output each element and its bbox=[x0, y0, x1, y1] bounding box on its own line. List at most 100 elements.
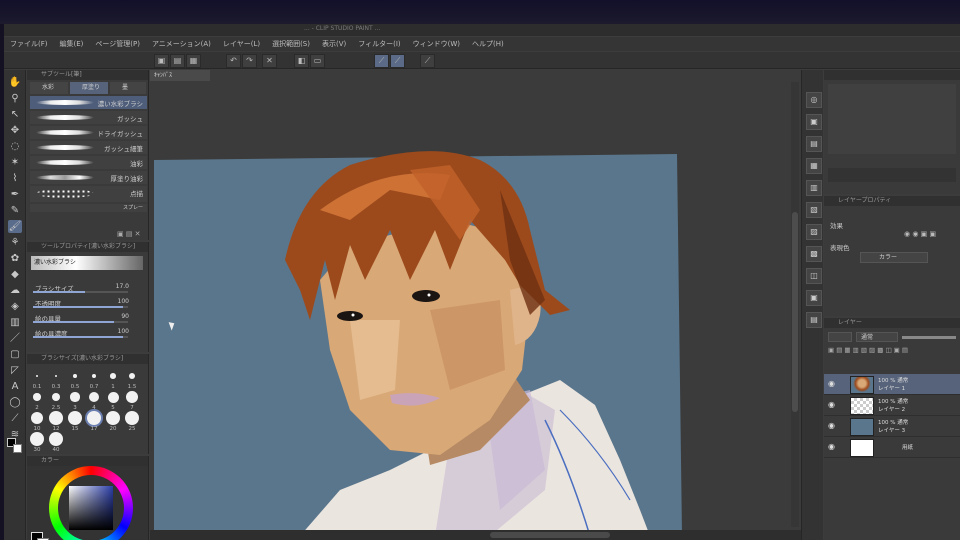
layer-search-icon[interactable]: ▨ bbox=[806, 224, 822, 240]
brush-size-dot[interactable] bbox=[87, 411, 101, 425]
navigator-controls[interactable] bbox=[828, 168, 956, 182]
material-icon[interactable]: ▦ bbox=[806, 158, 822, 174]
menu-view[interactable]: 表示(V) bbox=[316, 39, 352, 49]
brush-size-dot[interactable] bbox=[91, 373, 97, 379]
brush-size-dot[interactable] bbox=[54, 374, 58, 378]
clear-icon[interactable]: ✕ bbox=[262, 54, 277, 68]
brush-item[interactable]: 厚塗り油彩 bbox=[30, 171, 147, 184]
hand-icon[interactable]: ✋ bbox=[8, 76, 22, 89]
effect-buttons[interactable]: ◉ ◉ ▣ ▣ bbox=[904, 230, 956, 240]
menu-help[interactable]: ヘルプ(H) bbox=[466, 39, 510, 49]
menu-page[interactable]: ページ管理(P) bbox=[89, 39, 146, 49]
menu-animation[interactable]: アニメーション(A) bbox=[146, 39, 217, 49]
quick-access-icon[interactable]: ▤ bbox=[806, 312, 822, 328]
layer-row[interactable]: ◉ 100 % 通常 レイヤー 2 bbox=[824, 395, 960, 416]
animation-cels-icon[interactable]: ◫ bbox=[806, 268, 822, 284]
brush-size-dot[interactable] bbox=[68, 411, 82, 425]
layer-row[interactable]: ◉ 用紙 bbox=[824, 437, 960, 458]
brush-icon[interactable]: 🖌 bbox=[8, 220, 22, 233]
brush-size-dot[interactable] bbox=[33, 393, 41, 401]
fill-tool-icon[interactable]: ◈ bbox=[8, 300, 22, 313]
brush-size-dot[interactable] bbox=[49, 432, 63, 446]
navigator-tabs[interactable] bbox=[824, 70, 960, 80]
special-ruler-icon[interactable]: ⟋ bbox=[420, 54, 435, 68]
new-icon[interactable]: ▣ bbox=[154, 54, 169, 68]
brush-item[interactable]: ガッシュ細筆 bbox=[30, 141, 147, 154]
airbrush-icon[interactable]: ⚘ bbox=[8, 236, 22, 249]
menu-filter[interactable]: フィルター(I) bbox=[352, 39, 406, 49]
auto-action-icon[interactable]: ▧ bbox=[806, 202, 822, 218]
decoration-icon[interactable]: ✿ bbox=[8, 252, 22, 265]
canvas-vertical-scrollbar[interactable] bbox=[791, 82, 799, 527]
brush-item[interactable]: 点描 bbox=[30, 186, 147, 202]
brush-size-dot[interactable] bbox=[126, 391, 138, 403]
menu-edit[interactable]: 編集(E) bbox=[54, 39, 90, 49]
saturation-value-square[interactable] bbox=[69, 486, 113, 530]
lasso-icon[interactable]: ◌ bbox=[8, 140, 22, 153]
timeline-icon[interactable]: ▩ bbox=[806, 246, 822, 262]
eye-icon[interactable]: ◉ bbox=[828, 379, 835, 388]
eraser-icon[interactable]: ◆ bbox=[8, 268, 22, 281]
figure-icon[interactable]: ／ bbox=[8, 332, 22, 345]
zoom-icon[interactable]: ⚲ bbox=[8, 92, 22, 105]
painting-canvas[interactable] bbox=[150, 70, 801, 540]
save-icon[interactable]: ▦ bbox=[186, 54, 201, 68]
brush-size-dot[interactable] bbox=[51, 392, 61, 402]
subtool-tab-thick-paint[interactable]: 厚塗り bbox=[70, 82, 108, 94]
brush-item[interactable]: 油彩 bbox=[30, 156, 147, 169]
pen-icon[interactable]: ✒ bbox=[8, 188, 22, 201]
history-icon[interactable]: ▥ bbox=[806, 180, 822, 196]
cut-icon[interactable]: ▭ bbox=[310, 54, 325, 68]
move-icon[interactable]: ✥ bbox=[8, 124, 22, 137]
magic-wand-icon[interactable]: ✶ bbox=[8, 156, 22, 169]
opacity-row[interactable]: 不透明度 100 bbox=[33, 297, 143, 308]
subtool-tab-watercolor[interactable]: 水彩 bbox=[30, 82, 68, 94]
line-fix-icon[interactable]: ⟋ bbox=[8, 412, 22, 425]
layer-row[interactable]: ◉ 100 % 通常 レイヤー 1 bbox=[824, 374, 960, 395]
menu-window[interactable]: ウィンドウ(W) bbox=[407, 39, 466, 49]
eye-icon[interactable]: ◉ bbox=[828, 421, 835, 430]
brush-size-dot[interactable] bbox=[128, 372, 136, 380]
canvas-horizontal-scrollbar[interactable] bbox=[490, 532, 610, 538]
menu-selection[interactable]: 選択範囲(S) bbox=[266, 39, 316, 49]
layer-toolbar[interactable]: ▣ ▤ ▦ ▥ ▧ ▨ ▩ ◫ ▣ ▤ bbox=[828, 346, 956, 356]
brush-item[interactable]: ドライガッシュ bbox=[30, 126, 147, 139]
subtool-footer-icons[interactable]: ▣ ▤ ✕ bbox=[117, 230, 147, 238]
canvas-area[interactable]: ｷｬﾝﾊﾞｽ bbox=[150, 70, 801, 540]
navigator-view[interactable] bbox=[828, 84, 956, 154]
layer-opacity-slider[interactable] bbox=[902, 336, 956, 339]
redo-icon[interactable]: ↷ bbox=[242, 54, 257, 68]
brush-size-dot[interactable] bbox=[70, 392, 80, 402]
navigator-icon[interactable]: ◎ bbox=[806, 92, 822, 108]
brush-size-dot[interactable] bbox=[30, 411, 44, 425]
brush-size-row[interactable]: ブラシサイズ 17.0 bbox=[33, 282, 143, 293]
expression-color-select[interactable]: カラー bbox=[860, 252, 928, 263]
undo-icon[interactable]: ↶ bbox=[226, 54, 241, 68]
operation-icon[interactable]: ↖ bbox=[8, 108, 22, 121]
eye-icon[interactable]: ◉ bbox=[828, 442, 835, 451]
text-icon[interactable]: A bbox=[8, 380, 22, 393]
brush-size-dot[interactable] bbox=[107, 391, 119, 403]
subtool-tab-ink[interactable]: 墨 bbox=[110, 82, 146, 94]
brush-item[interactable]: ガッシュ bbox=[30, 111, 147, 124]
brush-size-dot[interactable] bbox=[49, 411, 63, 425]
paint-amount-row[interactable]: 絵の具量 90 bbox=[33, 312, 143, 323]
paint-density-row[interactable]: 絵の具濃度 100 bbox=[33, 327, 143, 338]
frame-icon[interactable]: ▢ bbox=[8, 348, 22, 361]
balloon-icon[interactable]: ◯ bbox=[8, 396, 22, 409]
menu-layer[interactable]: レイヤー(L) bbox=[217, 39, 266, 49]
brush-size-dot[interactable] bbox=[125, 411, 139, 425]
brush-size-dot[interactable] bbox=[30, 432, 44, 446]
brush-size-dot[interactable] bbox=[106, 411, 120, 425]
open-icon[interactable]: ▤ bbox=[170, 54, 185, 68]
gradient-icon[interactable]: ▥ bbox=[8, 316, 22, 329]
ruler-icon[interactable]: ◸ bbox=[8, 364, 22, 377]
snap-icon[interactable]: ⟋ bbox=[374, 54, 389, 68]
info-icon[interactable]: ▤ bbox=[806, 136, 822, 152]
brush-size-dot[interactable] bbox=[110, 373, 116, 379]
layer-row[interactable]: ◉ 100 % 通常 レイヤー 3 bbox=[824, 416, 960, 437]
pencil-icon[interactable]: ✎ bbox=[8, 204, 22, 217]
brush-item[interactable]: 濃い水彩ブラシ bbox=[30, 96, 147, 109]
ruler-snap-icon[interactable]: ⟋ bbox=[390, 54, 405, 68]
fill-icon[interactable]: ◧ bbox=[294, 54, 309, 68]
